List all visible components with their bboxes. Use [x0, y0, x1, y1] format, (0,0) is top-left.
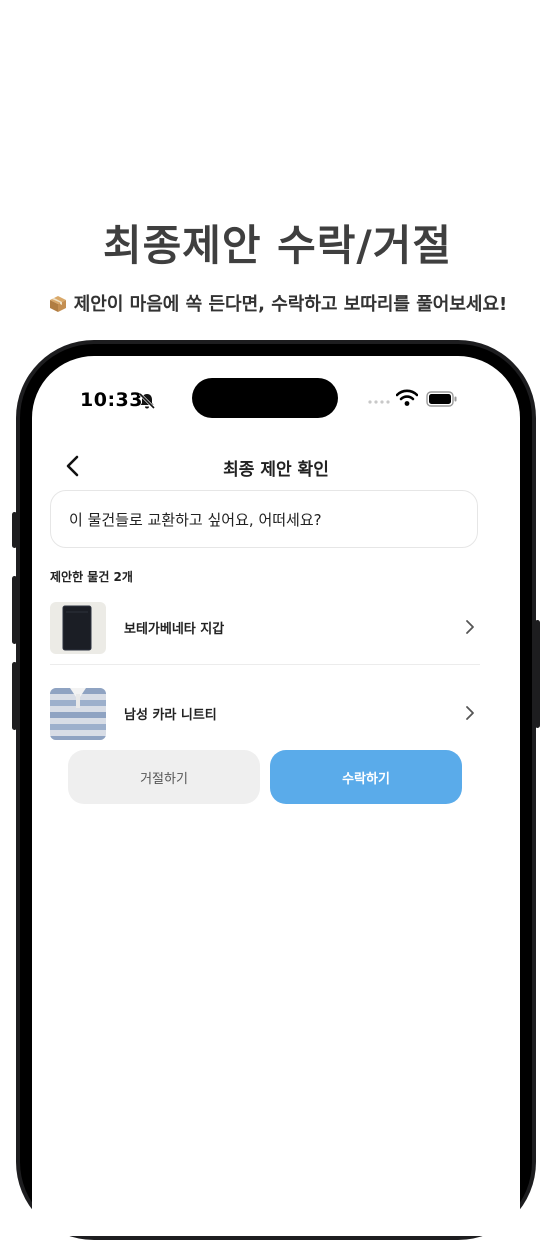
chevron-right-icon[interactable]: [464, 618, 476, 636]
status-time: 10:33: [80, 389, 143, 411]
volume-up-button: [12, 576, 17, 644]
offer-message-box: 이 물건들로 교환하고 싶어요, 어떠세요?: [50, 490, 478, 548]
phone-frame: 10:33 최종 제안 확인 이 물건들로 교환하고 싶어요, 어떠세요? 제안…: [12, 340, 540, 1240]
promo-subtitle-text: 제안이 마음에 쏙 든다면, 수락하고 보따리를 풀어보세요!: [73, 294, 508, 315]
knit-shirt-photo: [50, 688, 106, 740]
package-icon: [49, 296, 66, 312]
wifi-icon: [396, 389, 418, 406]
promo-title: 최종제안 수락/거절: [102, 221, 453, 270]
accept-button[interactable]: 수락하기: [270, 750, 462, 804]
volume-down-button: [12, 662, 17, 730]
power-button: [535, 620, 540, 728]
page-title: 최종 제안 확인: [223, 460, 329, 480]
chevron-right-icon[interactable]: [464, 704, 476, 722]
item-name: 남성 카라 니트티: [124, 708, 217, 723]
item-divider: [50, 664, 480, 665]
promo-subtitle: 제안이 마음에 쏙 든다면, 수락하고 보따리를 풀어보세요!: [0, 290, 555, 316]
reject-button[interactable]: 거절하기: [68, 750, 260, 804]
dynamic-island: [192, 378, 338, 418]
mute-switch: [12, 512, 17, 548]
items-section-label: 제안한 물건 2개: [50, 570, 133, 584]
offered-item-row[interactable]: 남성 카라 니트티: [50, 684, 480, 744]
offer-message-text: 이 물건들로 교환하고 싶어요, 어떠세요?: [69, 510, 322, 529]
phone-screen: 10:33 최종 제안 확인 이 물건들로 교환하고 싶어요, 어떠세요? 제안…: [32, 356, 520, 1236]
signal-icon: [368, 400, 390, 404]
wallet-photo: [50, 602, 106, 654]
bell-off-icon: [138, 392, 156, 410]
offered-item-row[interactable]: 보테가베네타 지갑: [50, 598, 480, 658]
battery-icon: [426, 391, 457, 407]
item-name: 보테가베네타 지갑: [124, 622, 225, 637]
phone-bezel: 10:33 최종 제안 확인 이 물건들로 교환하고 싶어요, 어떠세요? 제안…: [20, 344, 532, 1236]
